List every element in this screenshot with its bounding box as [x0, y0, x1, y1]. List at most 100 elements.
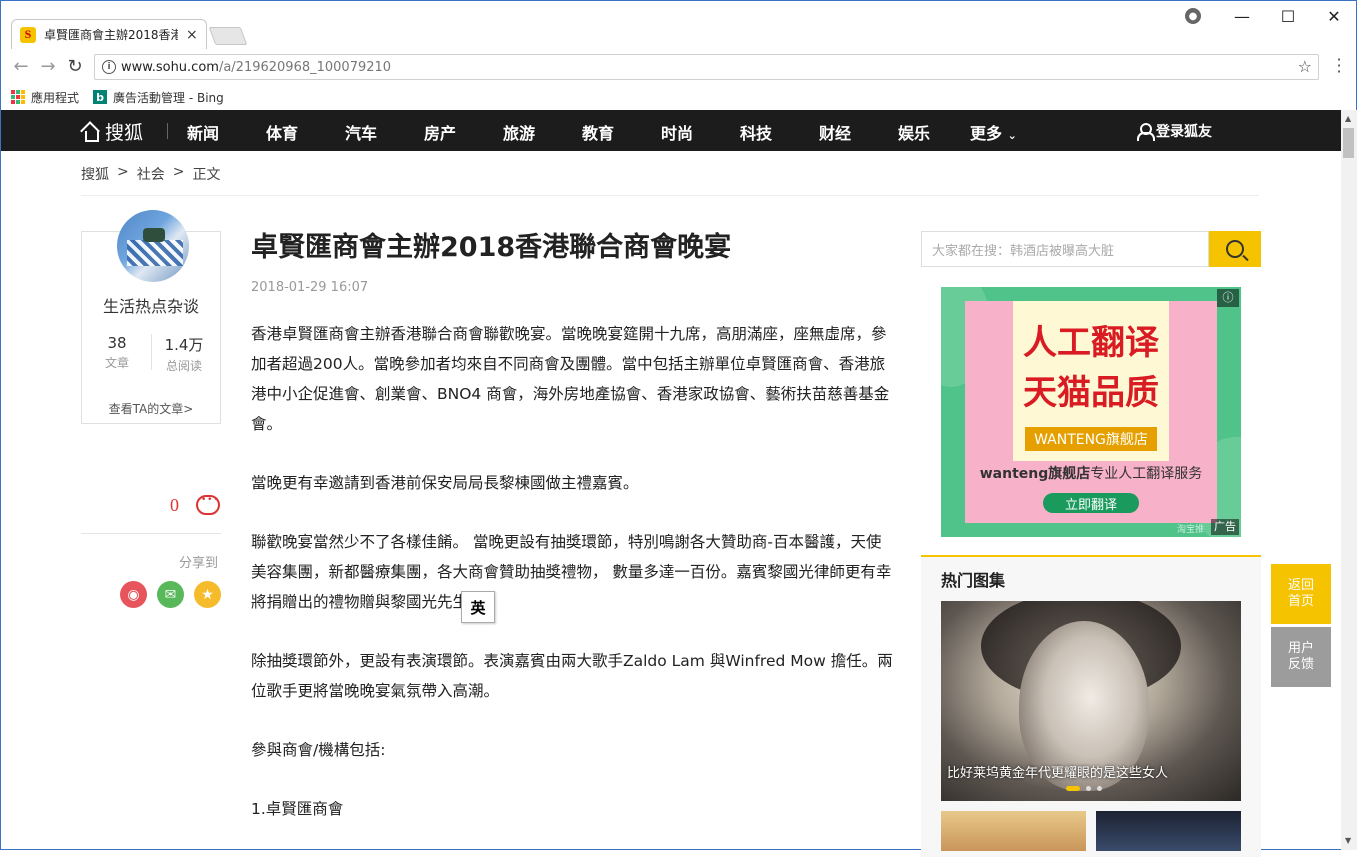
- ad-info-icon[interactable]: ⓘ: [1217, 289, 1239, 307]
- sohu-favicon-icon: S: [20, 26, 36, 43]
- site-top-nav: 搜狐 新闻 体育 汽车 房产 旅游 教育 时尚 科技 财经 娱乐 更多 ⌄ 登录…: [1, 110, 1341, 151]
- bookmark-label: 應用程式: [31, 90, 80, 105]
- carousel-dots: [1066, 786, 1102, 791]
- ad-headline-2: 天猫品质: [1023, 373, 1159, 413]
- logo-text: 搜狐: [105, 122, 144, 144]
- carousel-dot[interactable]: [1097, 786, 1102, 791]
- article-paragraph: 聯歡晚宴當然少不了各樣佳餚。 當晚更設有抽獎環節，特別鳴謝各大贊助商-百本醫護，…: [251, 533, 892, 611]
- hot-gallery-caption[interactable]: 比好莱坞黄金年代更耀眼的是这些女人: [947, 762, 1168, 781]
- article-paragraph: 當晚更有幸邀請到香港前保安局局長黎棟國做主禮嘉賓。: [251, 474, 639, 492]
- read-count-stat: 1.4万 总阅读: [149, 334, 219, 374]
- article-body: 香港卓賢匯商會主辦香港聯合商會聯歡晚宴。當晚晚宴筵開十九席，高朋滿座，座無虛席，…: [251, 319, 896, 853]
- nav-item-news[interactable]: 新闻: [187, 120, 219, 144]
- ad-headline-1: 人工翻译: [1023, 323, 1159, 363]
- scroll-thumb[interactable]: [1343, 128, 1354, 158]
- ad-description: wanteng旗舰店专业人工翻译服务: [965, 463, 1217, 483]
- address-bar[interactable]: i www.sohu.com/a/219620968_100079210 ☆: [94, 54, 1319, 80]
- bing-icon: b: [93, 90, 108, 104]
- reload-icon[interactable]: ↻: [63, 57, 87, 77]
- page-scrollbar[interactable]: ▲ ▼: [1341, 110, 1357, 850]
- new-tab-button[interactable]: [208, 27, 248, 45]
- carousel-dot-active[interactable]: [1066, 786, 1080, 791]
- apps-icon: [11, 90, 25, 104]
- browser-menu-icon[interactable]: · · ·: [1332, 52, 1346, 80]
- minimize-button[interactable]: —: [1219, 1, 1265, 31]
- back-arrow-icon[interactable]: ←: [9, 57, 33, 77]
- url-host: www.sohu.com: [121, 59, 219, 75]
- breadcrumb: 搜狐 > 社会 > 正文: [81, 164, 220, 184]
- bookmarks-bar: 應用程式 b 廣告活動管理 - Bing: [1, 85, 1356, 109]
- browser-toolbar: ← → ↻ i www.sohu.com/a/219620968_1000792…: [1, 49, 1356, 85]
- breadcrumb-home[interactable]: 搜狐: [81, 164, 109, 184]
- avatar[interactable]: [117, 210, 189, 282]
- search-input[interactable]: 大家都在搜：韩酒店被曝高大脏: [921, 231, 1209, 267]
- ad-banner[interactable]: 人工翻译 天猫品质 WANTENG旗舰店 wanteng旗舰店专业人工翻译服务 …: [941, 287, 1241, 537]
- nav-item-house[interactable]: 房产: [424, 120, 456, 144]
- ad-desc-text: 专业人工翻译服务: [1090, 466, 1203, 482]
- article-paragraph: 香港卓賢匯商會主辦香港聯合商會聯歡晚宴。當晚晚宴筵開十九席，高朋滿座，座無虛席，…: [251, 325, 890, 433]
- nav-item-auto[interactable]: 汽车: [345, 120, 377, 144]
- gallery-thumbnail[interactable]: [1096, 811, 1241, 851]
- read-count: 1.4万: [164, 336, 204, 354]
- chevron-down-icon: ⌄: [1007, 129, 1017, 142]
- breadcrumb-society[interactable]: 社会: [137, 164, 165, 184]
- forward-arrow-icon[interactable]: →: [36, 57, 60, 77]
- comment-icon[interactable]: [196, 495, 220, 515]
- ad-cta-button[interactable]: 立即翻译: [1043, 493, 1139, 513]
- tab-close-icon[interactable]: ×: [186, 27, 198, 43]
- weibo-share-icon[interactable]: ◉: [120, 581, 147, 608]
- bookmark-label: 廣告活動管理 - Bing: [113, 90, 224, 105]
- breadcrumb-separator: >: [172, 164, 185, 180]
- article-title: 卓賢匯商會主辦2018香港聯合商會晚宴: [251, 232, 732, 263]
- site-info-icon[interactable]: i: [102, 60, 116, 74]
- nav-item-tech[interactable]: 科技: [740, 120, 772, 144]
- maximize-button[interactable]: ☐: [1265, 1, 1311, 31]
- carousel-dot[interactable]: [1086, 786, 1091, 791]
- login-button[interactable]: 登录狐友: [1137, 121, 1212, 141]
- url-path: /a/219620968_100079210: [218, 59, 392, 75]
- bookmark-star-icon[interactable]: ☆: [1298, 57, 1312, 76]
- wechat-share-icon[interactable]: ✉: [157, 581, 184, 608]
- article-paragraph: 參與商會/機構包括:: [251, 741, 386, 759]
- nav-item-fashion[interactable]: 时尚: [661, 120, 693, 144]
- comment-count[interactable]: 0: [170, 495, 179, 516]
- nav-item-entertainment[interactable]: 娱乐: [898, 120, 930, 144]
- favorite-star-icon[interactable]: ★: [194, 581, 221, 608]
- author-name[interactable]: 生活热点杂谈: [81, 293, 221, 317]
- nav-item-education[interactable]: 教育: [582, 120, 614, 144]
- nav-item-finance[interactable]: 财经: [819, 120, 851, 144]
- close-window-button[interactable]: ✕: [1311, 1, 1357, 31]
- breadcrumb-separator: >: [117, 164, 129, 180]
- nav-item-more[interactable]: 更多 ⌄: [970, 120, 1017, 144]
- hot-gallery-title: 热门图集: [941, 571, 1006, 590]
- bookmark-apps[interactable]: 應用程式: [11, 89, 79, 106]
- ad-shop-badge: WANTENG旗舰店: [1025, 427, 1157, 451]
- search-button[interactable]: [1209, 231, 1261, 267]
- feedback-label: 用户 反馈: [1287, 641, 1314, 672]
- browser-tab[interactable]: S 卓賢匯商會主辦2018香港 ×: [11, 19, 207, 49]
- bookmark-bing[interactable]: b 廣告活動管理 - Bing: [93, 89, 224, 106]
- sohu-logo[interactable]: 搜狐: [81, 118, 143, 145]
- profile-icon[interactable]: ●: [1185, 8, 1201, 24]
- feedback-button[interactable]: 用户 反馈: [1271, 627, 1331, 687]
- scroll-up-icon[interactable]: ▲: [1345, 114, 1351, 123]
- title-bar: S 卓賢匯商會主辦2018香港 × ● — ☐ ✕: [1, 1, 1356, 49]
- gallery-thumbnail[interactable]: [941, 811, 1086, 851]
- view-author-articles-link[interactable]: 查看TA的文章>: [81, 400, 221, 417]
- breadcrumb-current: 正文: [192, 167, 221, 183]
- back-home-label: 返回 首页: [1287, 578, 1314, 609]
- nav-item-travel[interactable]: 旅游: [503, 120, 535, 144]
- article-count: 38: [107, 334, 127, 352]
- article-date: 2018-01-29 16:07: [251, 280, 369, 295]
- divider: [81, 533, 221, 534]
- scroll-down-icon[interactable]: ▼: [1345, 836, 1351, 845]
- search-icon: [1226, 240, 1244, 258]
- article-paragraph: 除抽獎環節外，更設有表演環節。表演嘉賓由兩大歌手Zaldo Lam 與Winfr…: [251, 652, 893, 700]
- ime-language-indicator[interactable]: 英: [461, 591, 495, 623]
- nav-item-sports[interactable]: 体育: [266, 120, 298, 144]
- article-count-stat: 38 文章: [82, 334, 152, 371]
- ad-label: 广告: [1211, 519, 1239, 535]
- hot-gallery-image[interactable]: 比好莱坞黄金年代更耀眼的是这些女人: [941, 601, 1241, 801]
- ad-desc-bold: wanteng旗舰店: [979, 466, 1091, 482]
- back-home-button[interactable]: 返回 首页: [1271, 564, 1331, 624]
